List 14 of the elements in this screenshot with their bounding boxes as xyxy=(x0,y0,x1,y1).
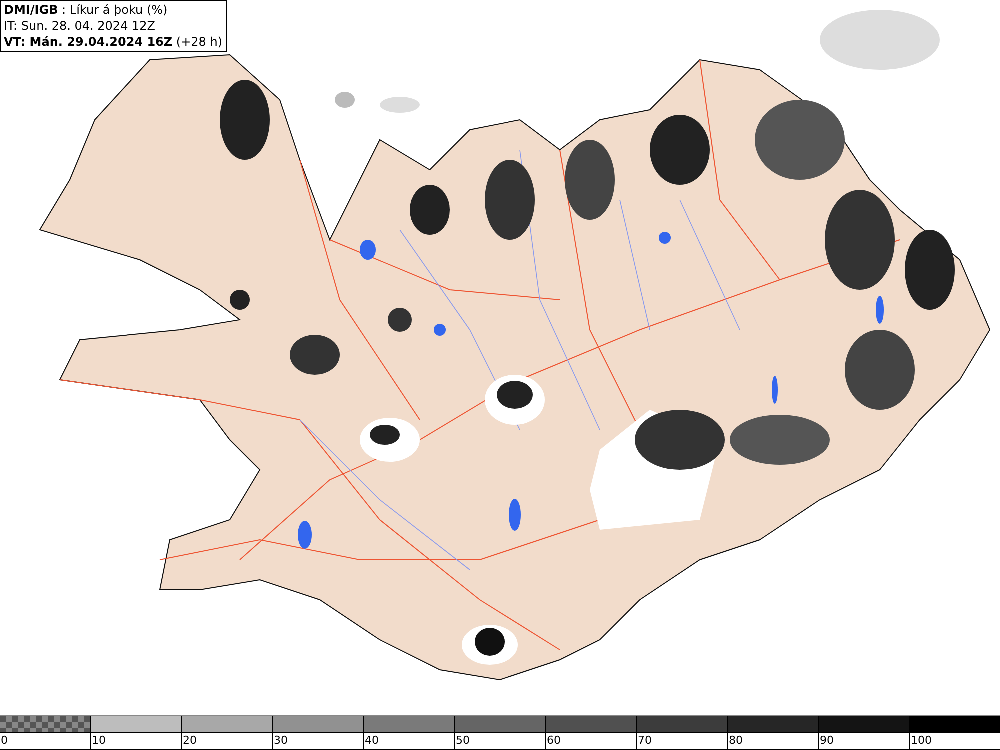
legend-label: 70 xyxy=(637,732,727,750)
legend-label: 30 xyxy=(273,732,363,750)
legend-label: 50 xyxy=(455,732,545,750)
legend-label: 10 xyxy=(91,732,181,750)
legend-label: 60 xyxy=(546,732,636,750)
legend-label: 100 xyxy=(910,732,1000,750)
legend-label: 40 xyxy=(364,732,454,750)
map-title: DMI/IGB : Líkur á þoku (%) xyxy=(4,2,169,18)
init-time: IT: Sun. 28. 04. 2024 12Z xyxy=(4,18,157,34)
legend-label: 90 xyxy=(819,732,909,750)
legend-label: 80 xyxy=(728,732,818,750)
valid-time: VT: Mán. 29.04.2024 16Z (+28 h) xyxy=(4,34,223,50)
legend-label: 20 xyxy=(182,732,272,750)
legend-label: 0 xyxy=(0,732,90,750)
